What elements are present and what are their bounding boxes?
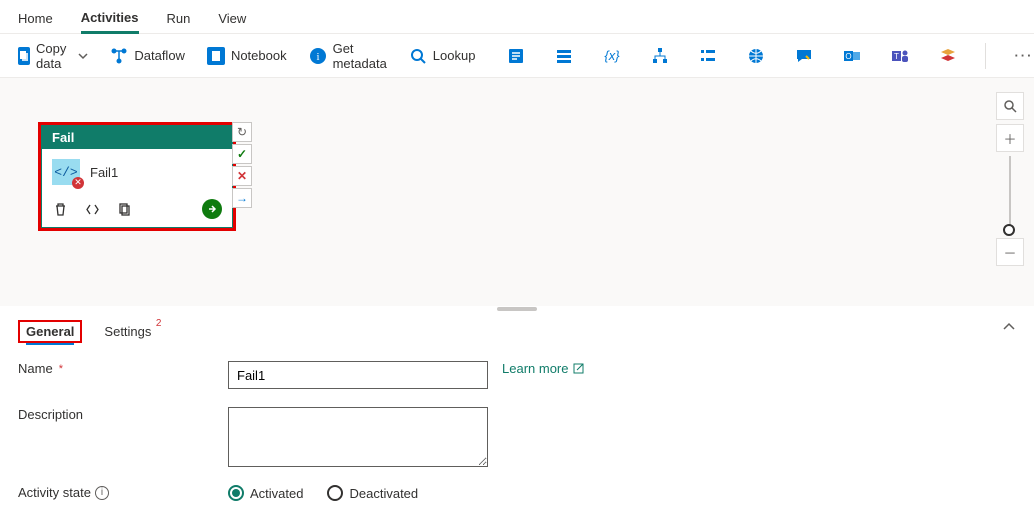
activity-card-fail[interactable]: Fail </> ✕ Fail1 xyxy=(41,125,233,228)
zoom-slider[interactable] xyxy=(1009,156,1011,234)
web-icon[interactable] xyxy=(741,43,771,69)
radio-deactivated-icon xyxy=(327,485,343,501)
dataflow-label: Dataflow xyxy=(134,48,185,63)
zoom-out-icon[interactable]: － xyxy=(996,238,1024,266)
connector-success-icon[interactable]: ✓ xyxy=(232,144,252,164)
learn-more-link[interactable]: Learn more xyxy=(502,361,585,376)
radio-activated[interactable]: Activated xyxy=(228,485,303,501)
toolbar-divider xyxy=(985,43,986,69)
main-tab-activities[interactable]: Activities xyxy=(81,4,139,34)
delete-icon[interactable] xyxy=(52,201,68,217)
chevron-down-icon xyxy=(78,51,88,61)
activity-highlight: Fail </> ✕ Fail1 xyxy=(38,122,236,231)
settings-badge: 2 xyxy=(156,318,162,329)
get-metadata-button[interactable]: i Get metadata xyxy=(303,37,393,75)
script-icon[interactable] xyxy=(501,43,531,69)
collapse-panel-icon[interactable] xyxy=(1002,320,1016,334)
zoom-handle[interactable] xyxy=(1003,224,1015,236)
more-icon[interactable]: ··· xyxy=(1008,48,1034,63)
info-icon: i xyxy=(309,47,327,65)
name-input[interactable] xyxy=(228,361,488,389)
external-link-icon xyxy=(572,362,585,375)
list-icon[interactable] xyxy=(693,43,723,69)
copy-data-label: Copy data xyxy=(36,41,72,71)
teams-icon[interactable]: T xyxy=(885,43,915,69)
main-tab-run[interactable]: Run xyxy=(167,5,191,32)
activity-state-label: Activity state i xyxy=(18,485,228,500)
radio-activated-icon xyxy=(228,485,244,501)
svg-text:T: T xyxy=(895,52,900,61)
learn-more-label: Learn more xyxy=(502,361,568,376)
description-label: Description xyxy=(18,407,228,422)
connector-retry-icon[interactable]: ↻ xyxy=(232,122,252,142)
activity-card-header: Fail xyxy=(42,126,232,149)
error-badge-icon: ✕ xyxy=(72,177,84,189)
copy-icon[interactable] xyxy=(116,201,132,217)
description-input[interactable] xyxy=(228,407,488,467)
connector-fail-icon[interactable]: ✕ xyxy=(232,166,252,186)
dataflow-button[interactable]: Dataflow xyxy=(104,43,191,69)
connector-completion-icon[interactable]: → xyxy=(232,188,252,208)
get-metadata-label: Get metadata xyxy=(333,41,387,71)
copy-data-button[interactable]: Copy data xyxy=(12,37,94,75)
outlook-icon[interactable]: O xyxy=(837,43,867,69)
radio-activated-label: Activated xyxy=(250,486,303,501)
copy-data-icon xyxy=(18,47,30,65)
tab-highlight: General xyxy=(18,320,82,343)
tab-settings[interactable]: Settings 2 xyxy=(104,320,151,343)
radio-deactivated[interactable]: Deactivated xyxy=(327,485,418,501)
dataflow-icon xyxy=(110,47,128,65)
code-icon[interactable] xyxy=(84,201,100,217)
name-label: Name* xyxy=(18,361,228,376)
svg-text:O: O xyxy=(846,52,852,61)
lookup-label: Lookup xyxy=(433,48,476,63)
chat-icon[interactable] xyxy=(789,43,819,69)
activity-card-name: Fail1 xyxy=(90,165,118,180)
radio-deactivated-label: Deactivated xyxy=(349,486,418,501)
variable-icon[interactable]: {x} xyxy=(597,43,627,69)
tab-settings-label: Settings xyxy=(104,324,151,339)
zoom-in-icon[interactable]: ＋ xyxy=(996,124,1024,152)
main-tab-view[interactable]: View xyxy=(218,5,246,32)
table-icon[interactable] xyxy=(549,43,579,69)
notebook-icon xyxy=(207,47,225,65)
info-tooltip-icon[interactable]: i xyxy=(95,486,109,500)
main-tab-home[interactable]: Home xyxy=(18,5,53,32)
notebook-button[interactable]: Notebook xyxy=(201,43,293,69)
search-canvas-icon[interactable] xyxy=(996,92,1024,120)
pipeline-canvas[interactable]: Fail </> ✕ Fail1 xyxy=(0,78,1034,306)
hierarchy-icon[interactable] xyxy=(645,43,675,69)
tab-general[interactable]: General xyxy=(26,320,74,345)
fail-activity-icon: </> ✕ xyxy=(52,159,80,185)
notebook-label: Notebook xyxy=(231,48,287,63)
search-icon xyxy=(409,47,427,65)
layers-icon[interactable] xyxy=(933,43,963,69)
lookup-button[interactable]: Lookup xyxy=(403,43,482,69)
svg-text:{x}: {x} xyxy=(605,48,621,63)
svg-text:i: i xyxy=(316,51,319,63)
run-icon[interactable] xyxy=(202,199,222,219)
